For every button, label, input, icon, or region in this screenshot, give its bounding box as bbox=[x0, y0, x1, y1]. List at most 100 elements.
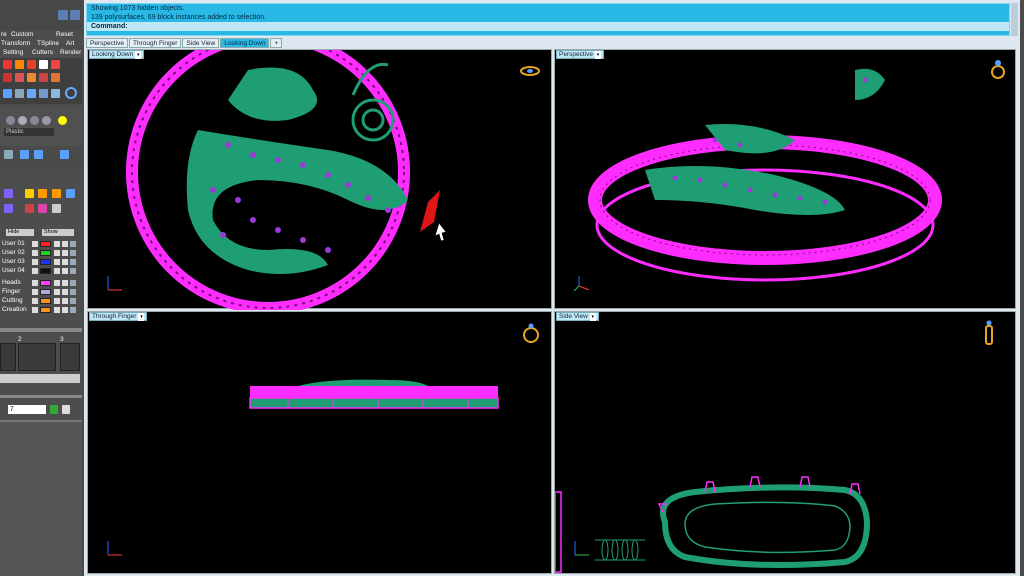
ring-side-icon[interactable] bbox=[983, 320, 995, 346]
toolbar-tab-custom[interactable]: Custom bbox=[11, 31, 33, 39]
add-tab-button[interactable]: + bbox=[270, 38, 283, 48]
layer-options-icon[interactable] bbox=[70, 268, 76, 274]
layer-row[interactable]: Cutting bbox=[2, 297, 78, 305]
settings-icon[interactable] bbox=[66, 189, 75, 198]
layer-select-icon[interactable] bbox=[62, 280, 68, 286]
pattern-icon[interactable] bbox=[38, 204, 47, 213]
layer-options-icon[interactable] bbox=[70, 241, 76, 247]
layer-visibility-icon[interactable] bbox=[32, 289, 38, 295]
toolbar-tab-setting[interactable]: Setting bbox=[3, 49, 23, 57]
layer-lock-icon[interactable] bbox=[54, 241, 60, 247]
layer-color-swatch[interactable] bbox=[40, 268, 51, 274]
ring-icon[interactable] bbox=[989, 58, 1007, 80]
toolbar-tab-tspline[interactable]: TSpline bbox=[37, 40, 59, 48]
render-icon[interactable] bbox=[60, 150, 69, 159]
copy-icon[interactable] bbox=[39, 60, 48, 69]
layer-options-icon[interactable] bbox=[70, 259, 76, 265]
layer-options-icon[interactable] bbox=[70, 289, 76, 295]
layer-color-swatch[interactable] bbox=[40, 307, 51, 313]
material-sphere-icon[interactable] bbox=[30, 116, 39, 125]
move-icon[interactable] bbox=[15, 60, 24, 69]
layer-color-swatch[interactable] bbox=[40, 250, 51, 256]
options-icon[interactable] bbox=[62, 405, 70, 414]
hide-button[interactable]: Hide bbox=[6, 229, 34, 236]
layer-select-icon[interactable] bbox=[62, 250, 68, 256]
rotate-icon[interactable] bbox=[3, 60, 12, 69]
tab-perspective[interactable]: Perspective bbox=[86, 38, 128, 48]
layer-color-swatch[interactable] bbox=[40, 259, 51, 265]
layer-visibility-icon[interactable] bbox=[32, 298, 38, 304]
material-sphere-icon[interactable] bbox=[6, 116, 15, 125]
layer-color-swatch[interactable] bbox=[40, 241, 51, 247]
layer-row[interactable]: User 02 bbox=[2, 249, 78, 257]
prong-icon[interactable] bbox=[51, 73, 60, 82]
layer-tool-icon[interactable] bbox=[4, 189, 13, 198]
frame-slot[interactable] bbox=[0, 343, 16, 371]
layer-row[interactable]: Finger bbox=[2, 288, 78, 296]
folder-icon[interactable] bbox=[25, 189, 34, 198]
wireframe-icon[interactable] bbox=[20, 150, 29, 159]
arrow-right-icon[interactable] bbox=[70, 10, 80, 20]
layer-select-icon[interactable] bbox=[62, 298, 68, 304]
command-prompt[interactable]: Command: bbox=[87, 22, 1009, 31]
pattern-icon[interactable] bbox=[25, 204, 34, 213]
show-button[interactable]: Show bbox=[42, 229, 74, 236]
layer-color-swatch[interactable] bbox=[40, 289, 51, 295]
layer-lock-icon[interactable] bbox=[54, 280, 60, 286]
array-icon[interactable] bbox=[51, 60, 60, 69]
pattern-icon[interactable] bbox=[52, 204, 61, 213]
material-sphere-icon[interactable] bbox=[18, 116, 27, 125]
layer-visibility-icon[interactable] bbox=[32, 268, 38, 274]
twist-icon[interactable] bbox=[15, 73, 24, 82]
command-scrollbar[interactable] bbox=[1011, 3, 1018, 36]
count-spinner[interactable]: 7 bbox=[8, 405, 46, 414]
arrow-left-icon[interactable] bbox=[58, 10, 68, 20]
layer-row[interactable]: Creation bbox=[2, 306, 78, 314]
tab-side-view[interactable]: Side View bbox=[182, 38, 220, 48]
tab-looking-down[interactable]: Looking Down bbox=[220, 38, 270, 48]
layer-lock-icon[interactable] bbox=[54, 268, 60, 274]
split-icon[interactable] bbox=[51, 89, 60, 98]
layer-row[interactable]: User 03 bbox=[2, 258, 78, 266]
layer-visibility-icon[interactable] bbox=[32, 241, 38, 247]
toolbar-tab-transform[interactable]: Transform bbox=[1, 40, 30, 48]
layer-select-icon[interactable] bbox=[62, 307, 68, 313]
apply-icon[interactable] bbox=[50, 405, 58, 414]
layer-row[interactable]: Heads bbox=[2, 279, 78, 287]
tab-through-finger[interactable]: Through Finger bbox=[128, 38, 182, 48]
toolbar-tab-cutters[interactable]: Cutters bbox=[32, 49, 53, 57]
layer-lock-icon[interactable] bbox=[54, 250, 60, 256]
layer-select-icon[interactable] bbox=[62, 289, 68, 295]
layer-tool-icon[interactable] bbox=[4, 204, 13, 213]
folder-icon[interactable] bbox=[38, 189, 47, 198]
layer-color-swatch[interactable] bbox=[40, 280, 51, 286]
grid-snap-icon[interactable] bbox=[27, 89, 36, 98]
layer-options-icon[interactable] bbox=[70, 298, 76, 304]
material-sphere-icon[interactable] bbox=[42, 116, 51, 125]
layer-visibility-icon[interactable] bbox=[32, 259, 38, 265]
layer-lock-icon[interactable] bbox=[54, 259, 60, 265]
ring-icon[interactable] bbox=[521, 322, 541, 344]
gold-material-icon[interactable] bbox=[58, 116, 67, 125]
viewport-looking-down[interactable]: Looking Down ▾ bbox=[87, 49, 552, 310]
ring-icon[interactable] bbox=[519, 64, 541, 78]
scale-icon[interactable] bbox=[27, 60, 36, 69]
layer-select-icon[interactable] bbox=[62, 241, 68, 247]
layer-visibility-icon[interactable] bbox=[32, 280, 38, 286]
ghost-icon[interactable] bbox=[34, 150, 43, 159]
folder-icon[interactable] bbox=[52, 189, 61, 198]
layer-select-icon[interactable] bbox=[62, 259, 68, 265]
layer-options-icon[interactable] bbox=[70, 280, 76, 286]
flow-icon[interactable] bbox=[27, 73, 36, 82]
material-dropdown[interactable]: Plastic bbox=[4, 128, 54, 136]
orient-icon[interactable] bbox=[39, 89, 48, 98]
mirror-icon[interactable] bbox=[15, 89, 24, 98]
bend-icon[interactable] bbox=[3, 73, 12, 82]
circle-icon[interactable] bbox=[65, 87, 77, 99]
frame-controls[interactable] bbox=[0, 374, 80, 383]
frame-slot[interactable] bbox=[18, 343, 56, 371]
toolbar-tab-re[interactable]: re bbox=[1, 31, 7, 39]
layer-lock-icon[interactable] bbox=[54, 289, 60, 295]
align-icon[interactable] bbox=[3, 89, 12, 98]
layer-options-icon[interactable] bbox=[70, 250, 76, 256]
